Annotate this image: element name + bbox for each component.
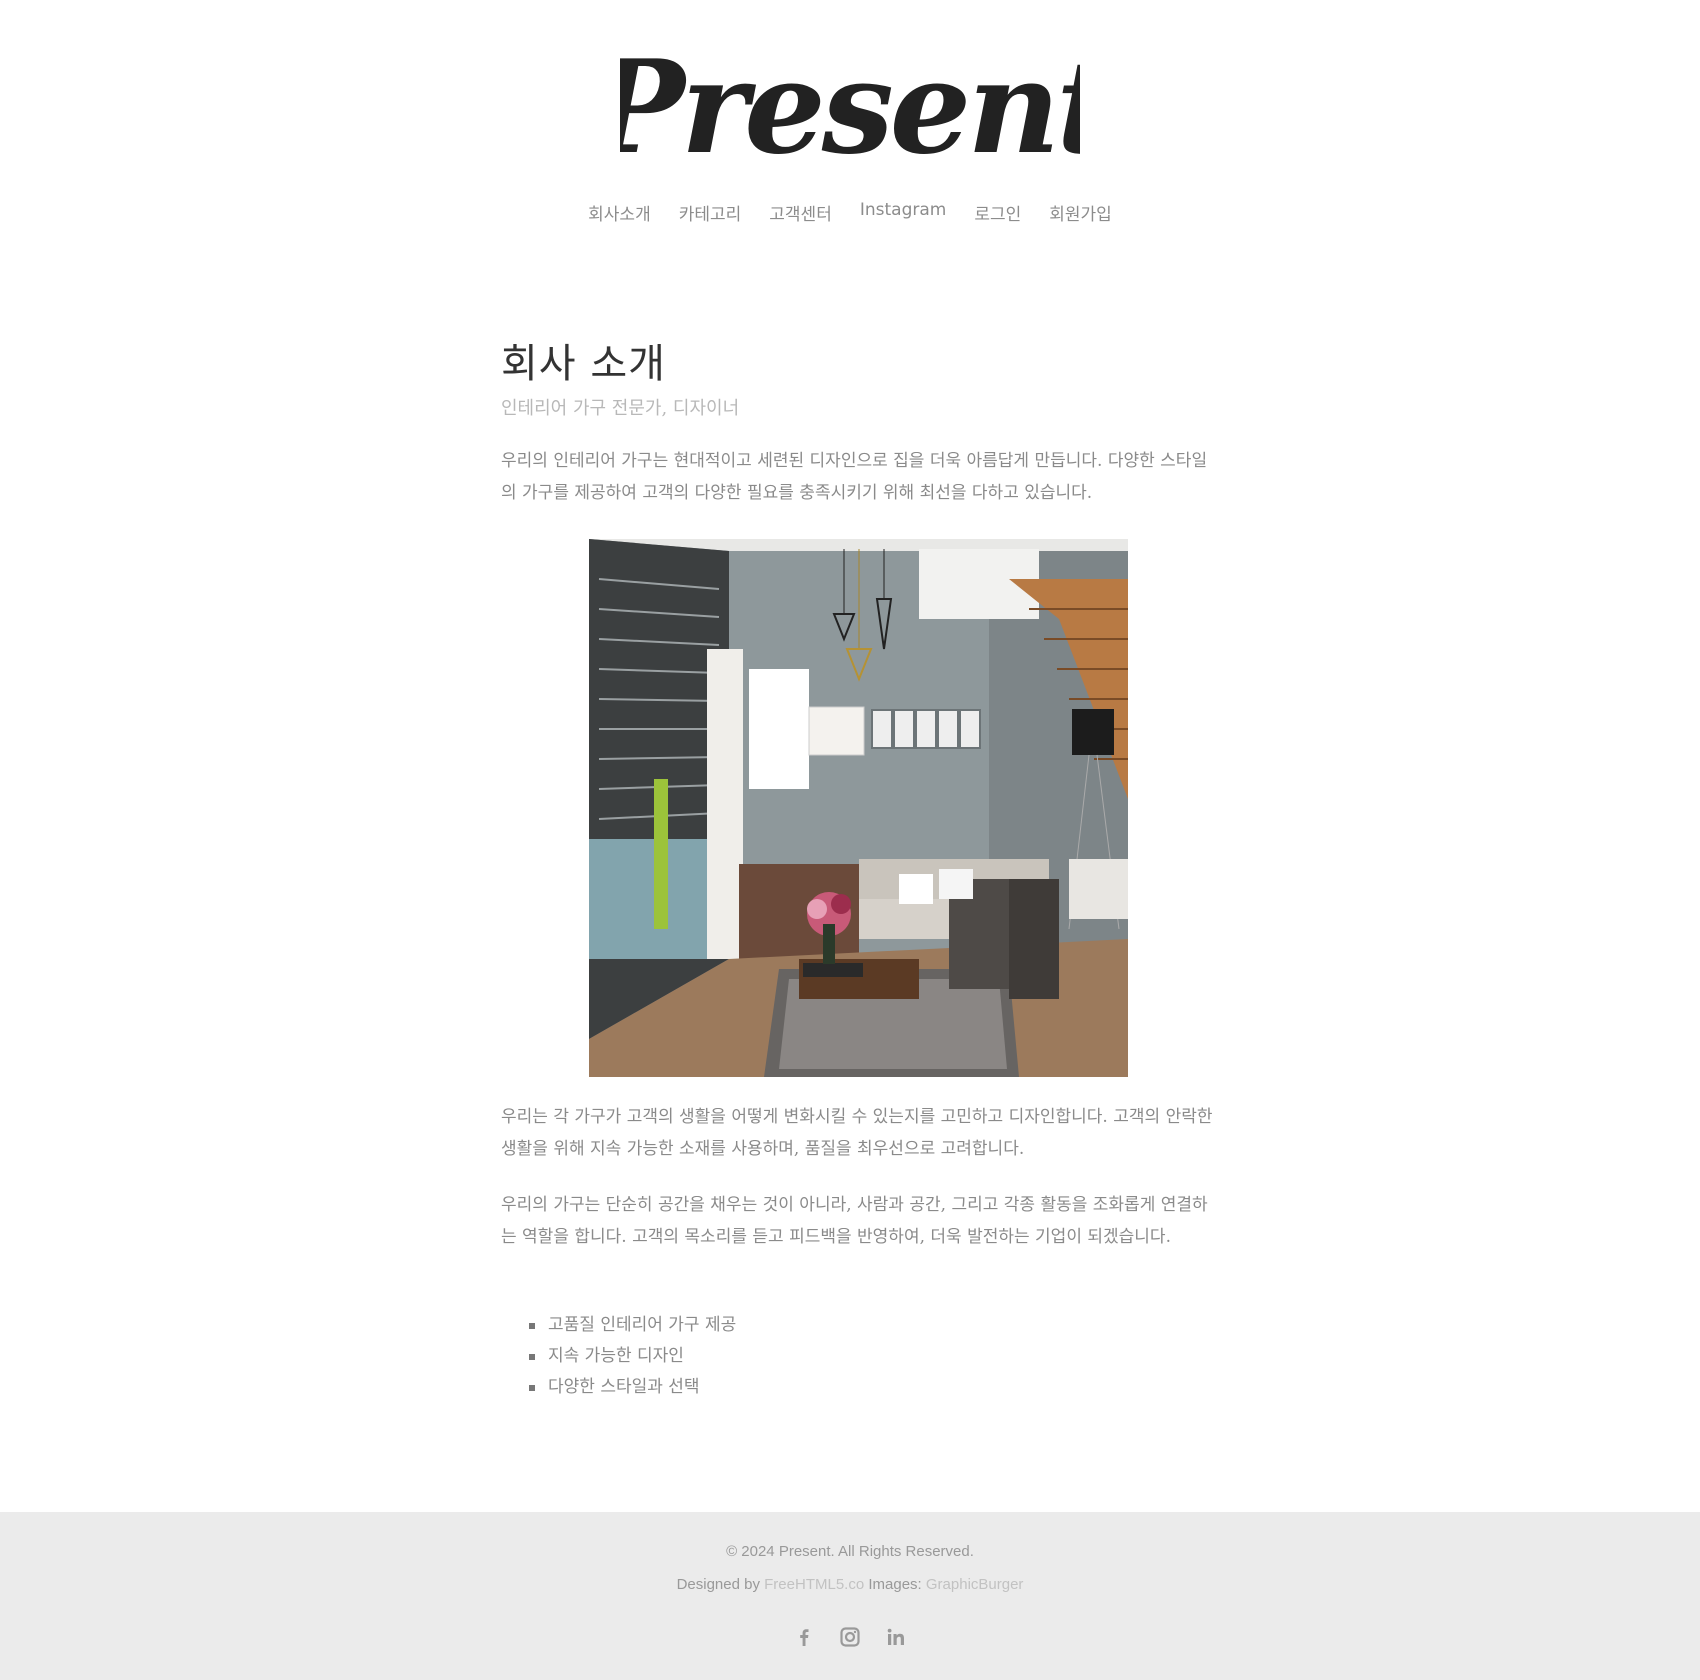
main-content: 회사 소개 인테리어 가구 전문가, 디자이너 우리의 인테리어 가구는 현대적… xyxy=(501,340,1216,1397)
page-title: 회사 소개 xyxy=(501,341,666,387)
designer-link[interactable]: FreeHTML5.co xyxy=(764,1576,864,1593)
bullet-icon xyxy=(529,1323,535,1329)
nav-item-login[interactable]: 로그인 xyxy=(960,200,1035,225)
feature-list: 고품질 인테리어 가구 제공 지속 가능한 디자인 다양한 스타일과 선택 xyxy=(529,1310,736,1403)
logo-text: Present xyxy=(620,33,1080,183)
nav-item-company[interactable]: 회사소개 xyxy=(574,200,665,225)
nav-item-category[interactable]: 카테고리 xyxy=(665,200,756,225)
credits: Designed by FreeHTML5.co Images: Graphic… xyxy=(0,1576,1700,1593)
present-logo[interactable]: Present xyxy=(620,30,1080,190)
site-header: Present 회사소개 카테고리 고객센터 Instagram 로그인 회원가… xyxy=(0,0,1700,260)
bullet-icon xyxy=(529,1354,535,1360)
nav-item-signup[interactable]: 회원가입 xyxy=(1035,200,1126,225)
living-room-image xyxy=(589,539,1128,1077)
list-item: 고품질 인테리어 가구 제공 xyxy=(529,1310,736,1341)
social-links xyxy=(0,1626,1700,1648)
third-paragraph: 우리의 가구는 단순히 공간을 채우는 것이 아니라, 사람과 공간, 그리고 … xyxy=(501,1195,1208,1247)
second-paragraph: 우리는 각 가구가 고객의 생활을 어떻게 변화시킬 수 있는지를 고민하고 디… xyxy=(501,1107,1213,1159)
facebook-icon[interactable] xyxy=(793,1626,815,1648)
page-subtitle: 인테리어 가구 전문가, 디자이너 xyxy=(501,398,740,419)
list-item: 지속 가능한 디자인 xyxy=(529,1341,736,1372)
main-nav: 회사소개 카테고리 고객센터 Instagram 로그인 회원가입 xyxy=(0,200,1700,225)
nav-item-instagram[interactable]: Instagram xyxy=(846,200,961,225)
list-item: 다양한 스타일과 선택 xyxy=(529,1372,736,1403)
instagram-icon[interactable] xyxy=(839,1626,861,1648)
feature-text: 지속 가능한 디자인 xyxy=(548,1346,684,1366)
feature-text: 다양한 스타일과 선택 xyxy=(548,1377,700,1397)
feature-text: 고품질 인테리어 가구 제공 xyxy=(548,1315,737,1335)
bullet-icon xyxy=(529,1385,535,1391)
images-label: Images: xyxy=(868,1576,922,1593)
nav-item-support[interactable]: 고객센터 xyxy=(755,200,846,225)
copyright-text: © 2024 Present. All Rights Reserved. xyxy=(726,1543,974,1560)
site-footer: © 2024 Present. All Rights Reserved. Des… xyxy=(0,1512,1700,1680)
linkedin-icon[interactable] xyxy=(885,1626,907,1648)
images-link[interactable]: GraphicBurger xyxy=(926,1576,1024,1593)
designed-by-label: Designed by xyxy=(676,1576,760,1593)
intro-paragraph: 우리의 인테리어 가구는 현대적이고 세련된 디자인으로 집을 더욱 아름답게 … xyxy=(501,451,1208,503)
